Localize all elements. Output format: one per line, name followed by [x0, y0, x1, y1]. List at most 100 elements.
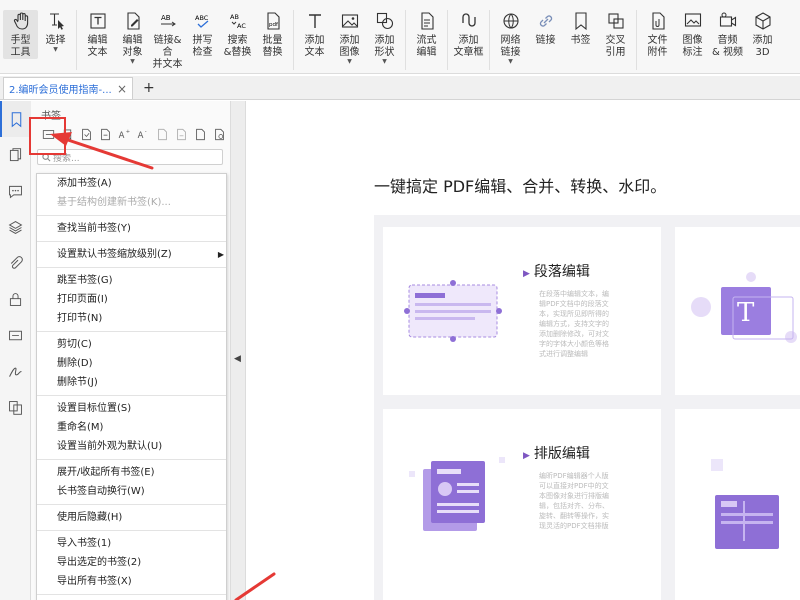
promote-bookmark-icon[interactable] [153, 125, 172, 144]
toolbar-button-select-cursor[interactable]: 选择 ▼ [38, 10, 73, 53]
toolbar-button-link-merge-text[interactable]: AB 链接&合 并文本 [150, 10, 185, 71]
attachment-icon[interactable] [0, 245, 31, 281]
toolbar-button-hand[interactable]: 手型 工具 [3, 10, 38, 59]
svg-text:A: A [119, 130, 125, 140]
feature-card-layout: ▶ 排版编辑 编昕PDF编辑器个人版可以直接对PDF中的文本图像对象进行排版编辑，… [383, 409, 661, 600]
hand-icon [10, 10, 32, 32]
bookmark-icon[interactable] [0, 101, 31, 137]
menu-item-label: 重命名(M) [57, 422, 104, 433]
submenu-arrow-icon: ▶ [217, 250, 224, 259]
toolbar-button-add-text[interactable]: 添加 文本 [297, 10, 332, 59]
delete-bookmark-icon[interactable] [58, 125, 77, 144]
menu-item[interactable]: 删除(D) [57, 354, 226, 373]
close-tab-icon[interactable]: × [117, 82, 127, 96]
paragraph-edit-illustration [404, 280, 502, 342]
panel-splitter[interactable]: ◀ [230, 101, 246, 600]
menu-item[interactable]: 打印页面(I) [57, 290, 226, 309]
toolbar-button-label: 批量 替换 [262, 35, 283, 58]
svg-text:ABC: ABC [195, 14, 209, 22]
toolbar-button-cross-reference[interactable]: 交叉 引用 [598, 10, 633, 59]
expand-bookmark-icon[interactable] [77, 125, 96, 144]
menu-item[interactable]: 跳至书签(G) [57, 271, 226, 290]
add-3d-icon [752, 10, 774, 32]
menu-item-label: 使用后隐藏(H) [57, 512, 123, 523]
card-description: 编昕PDF编辑器个人版可以直接对PDF中的文本图像对象进行排版编辑，包括对齐、分… [539, 472, 609, 530]
signature-icon[interactable] [0, 353, 31, 389]
toolbar-button-label: 添加 形状 [374, 35, 395, 58]
menu-item[interactable]: 剪切(C) [57, 335, 226, 354]
menu-item[interactable]: 展开/收起所有书签(E) [57, 463, 226, 482]
audio-video-icon [717, 10, 739, 32]
menu-item-label: 查找当前书签(Y) [57, 223, 131, 234]
compare-icon[interactable] [0, 389, 31, 425]
toolbar-button-label: 添加 文章框 [453, 35, 484, 58]
toolbar-button-search-replace[interactable]: AB AC 搜索 &替换 [220, 10, 255, 59]
toolbar-button-article-box[interactable]: 添加 文章框 [451, 10, 486, 59]
file-attachment-icon [647, 10, 669, 32]
collapse-bookmark-icon[interactable] [96, 125, 115, 144]
batch-replace-icon: pdf [262, 10, 284, 32]
menu-separator [37, 459, 226, 460]
bookmark-settings-icon[interactable] [210, 125, 229, 144]
toolbar-button-flow-edit[interactable]: 流式 编辑 [409, 10, 444, 59]
menu-item[interactable]: 设置目标位置(S) [57, 399, 226, 418]
demote-bookmark-icon[interactable] [172, 125, 191, 144]
menu-separator [37, 395, 226, 396]
decrease-font-icon[interactable]: A- [134, 125, 153, 144]
form-icon[interactable] [0, 317, 31, 353]
bookmark-options-icon[interactable] [191, 125, 210, 144]
text-edit-illustration: T [691, 272, 797, 343]
comment-icon[interactable] [0, 173, 31, 209]
layers-icon[interactable] [0, 209, 31, 245]
toolbar-button-label: 链接 [535, 35, 556, 46]
toolbar-button-batch-replace[interactable]: pdf 批量 替换 [255, 10, 290, 59]
toolbar-button-label: 添加 3D [752, 35, 773, 58]
menu-item[interactable]: 设置默认书签缩放级别(Z) ▶ [57, 245, 226, 264]
toolbar-button-image-annotation[interactable]: 图像 标注 [675, 10, 710, 59]
add-tab-button[interactable]: + [143, 80, 155, 96]
collapse-panel-icon[interactable]: ◀ [234, 354, 241, 364]
toolbar-button-link[interactable]: 链接 [528, 10, 563, 47]
menu-item[interactable]: 导入书签(1) [57, 534, 226, 553]
menu-item[interactable]: 重命名(M) [57, 418, 226, 437]
new-bookmark-icon[interactable] [39, 125, 58, 144]
menu-item-label: 删除节(J) [57, 377, 98, 388]
pdf-editor-window: 手型 工具 选择 ▼ 编辑 文本 编辑 对象 ▼ AB 链接&合 并文本 ABC 拼写 检查 AB A… [0, 0, 800, 600]
toolbar-button-add-shape[interactable]: 添加 形状 ▼ [367, 10, 402, 65]
increase-font-icon[interactable]: A + [115, 125, 134, 144]
toolbar-button-label: 编辑 文本 [87, 35, 108, 58]
menu-item[interactable]: 打印节(N) [57, 309, 226, 328]
menu-item[interactable]: 添加书签(A) [57, 174, 226, 193]
security-icon[interactable] [0, 281, 31, 317]
svg-text:A: A [138, 130, 144, 140]
toolbar-group: 网络 链接 ▼ 链接 书签 交叉 引用 [490, 10, 637, 70]
menu-item-label: 跳至书签(G) [57, 275, 113, 286]
menu-item[interactable]: 使用后隐藏(H) [57, 508, 226, 527]
document-tab[interactable]: 2.编昕会员使用指南-... × [3, 77, 133, 99]
pages-icon[interactable] [0, 137, 31, 173]
menu-item[interactable]: 设置当前外观为默认(U) [57, 437, 226, 456]
toolbar-group: 文件 附件 图像 标注 音频 & 视频 添加 3D [637, 10, 783, 70]
menu-separator [37, 594, 226, 595]
toolbar-button-web-link[interactable]: 网络 链接 ▼ [493, 10, 528, 65]
bookmark-search-input[interactable]: 搜索... [37, 149, 223, 165]
toolbar-button-edit-object[interactable]: 编辑 对象 ▼ [115, 10, 150, 65]
dropdown-arrow-icon: ▼ [53, 46, 58, 53]
toolbar-button-spell-check[interactable]: ABC 拼写 检查 [185, 10, 220, 59]
toolbar-button-file-attachment[interactable]: 文件 附件 [640, 10, 675, 59]
link-icon [535, 10, 557, 32]
toolbar-button-add-3d[interactable]: 添加 3D [745, 10, 780, 59]
menu-item[interactable]: 查找当前书签(Y) [57, 219, 226, 238]
toolbar-button-audio-video[interactable]: 音频 & 视频 [710, 10, 745, 59]
toolbar-button-bookmark[interactable]: 书签 [563, 10, 598, 47]
menu-item[interactable]: 导出所有书签(X) [57, 572, 226, 591]
menu-item-label: 导出所有书签(X) [57, 576, 132, 587]
menu-item[interactable]: 长书签自动换行(W) [57, 482, 226, 501]
menu-item[interactable]: 导出选定的书签(2) [57, 553, 226, 572]
add-shape-icon [374, 10, 396, 32]
toolbar-button-label: 编辑 对象 [122, 35, 143, 58]
toolbar-button-add-image[interactable]: 添加 图像 ▼ [332, 10, 367, 65]
menu-item[interactable]: 删除节(J) [57, 373, 226, 392]
bookmark-search-placeholder: 搜索... [53, 153, 80, 164]
toolbar-button-edit-text[interactable]: 编辑 文本 [80, 10, 115, 59]
